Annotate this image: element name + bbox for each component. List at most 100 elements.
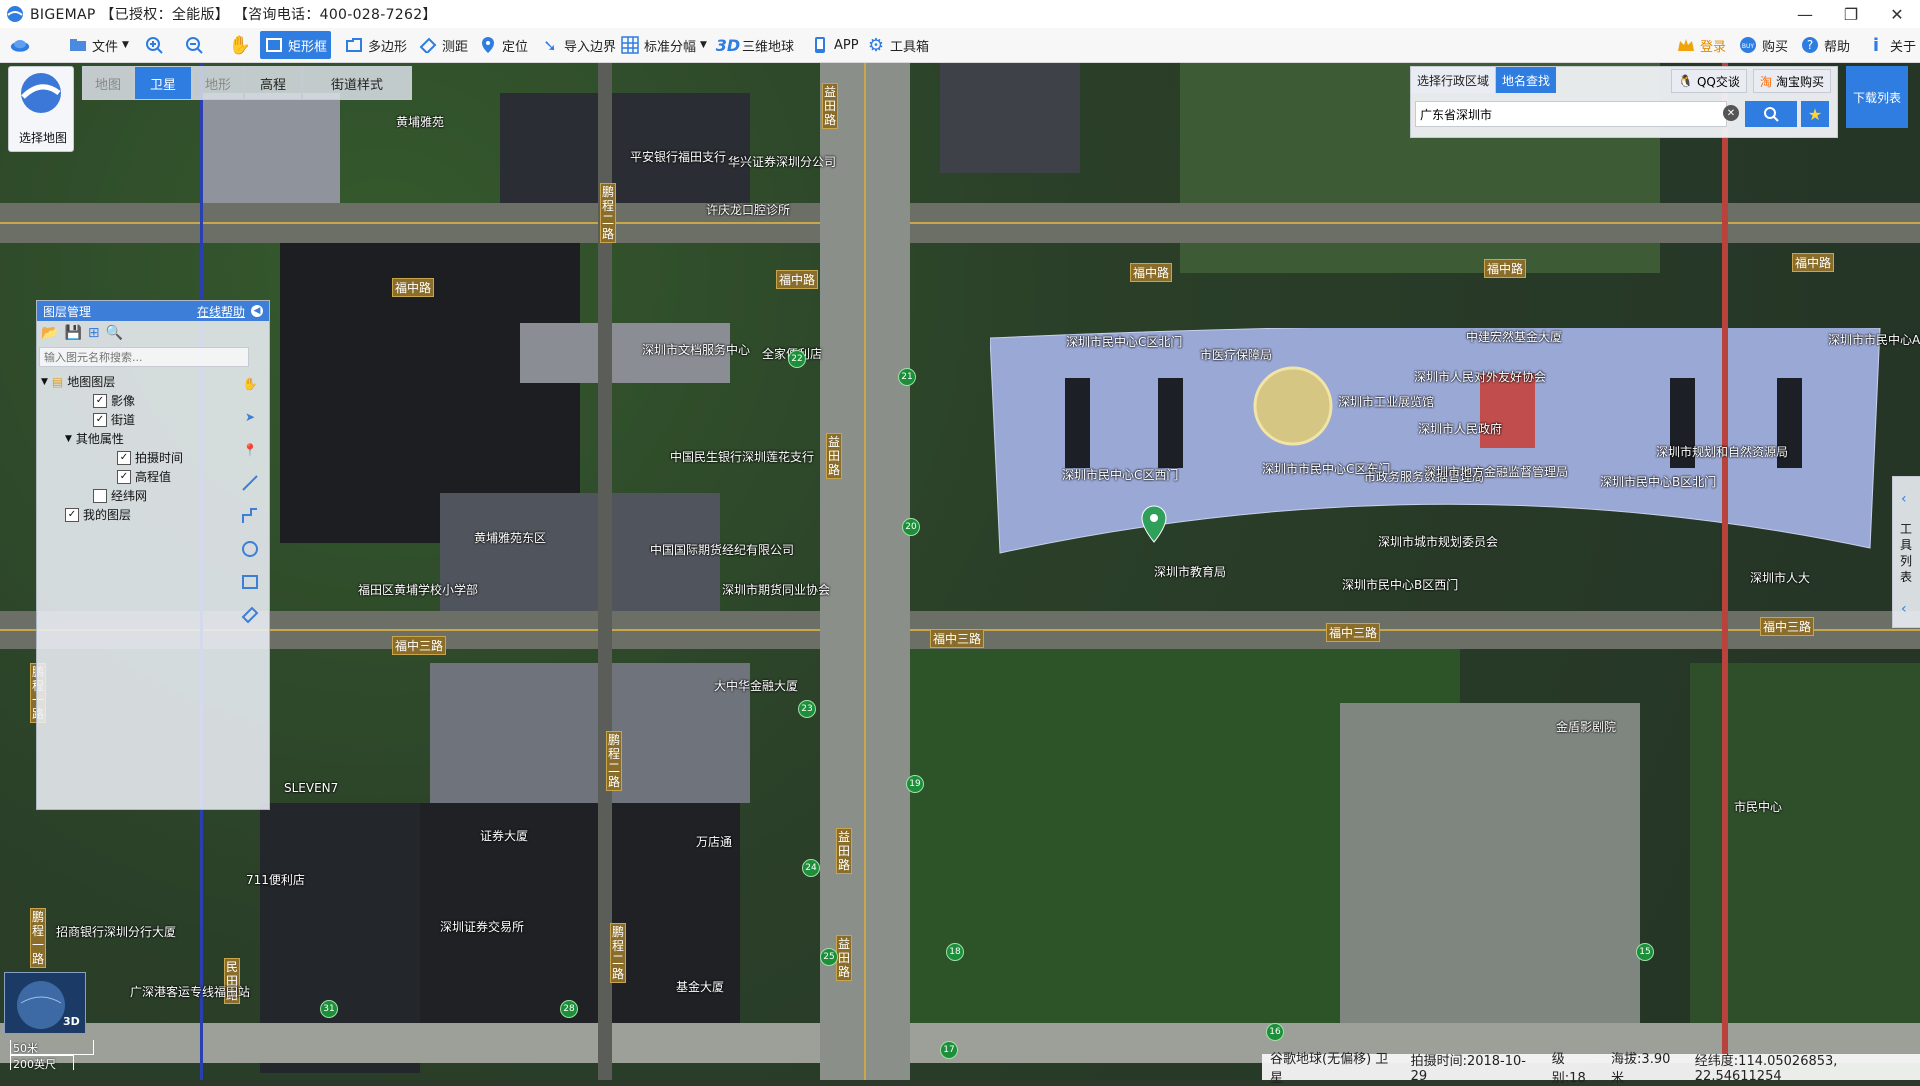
poi-label: 深圳市人民对外友好协会	[1414, 370, 1547, 384]
taobao-buy-button[interactable]: 淘淘宝购买	[1753, 69, 1832, 93]
ruler-tool-icon[interactable]	[238, 603, 262, 627]
tree-item-street[interactable]: ✓ 街道	[93, 411, 135, 428]
taobao-buy-label: 淘宝购买	[1776, 74, 1825, 89]
map-canvas[interactable]: 福中路 福中路 福中路 福中路 福中路 福中三路 福中三路 福中三路 福中三路 …	[0, 63, 1920, 1080]
help-button[interactable]: ? 帮助	[1796, 31, 1854, 59]
tab-elevation[interactable]: 高程	[244, 66, 302, 100]
checkbox-checked[interactable]: ✓	[65, 507, 79, 522]
checkbox-checked[interactable]: ✓	[93, 412, 107, 427]
qq-chat-label: QQ交谈	[1696, 74, 1740, 89]
buy-icon: BUY	[1738, 35, 1758, 55]
chevron-left-icon[interactable]: ‹	[1901, 491, 1907, 507]
import-arrow-icon: ➘	[543, 35, 557, 55]
tab-select-region[interactable]: 选择行政区域	[1411, 67, 1497, 93]
checkbox-unchecked[interactable]	[93, 488, 107, 503]
rectangle-tool-icon[interactable]	[238, 570, 262, 594]
qq-chat-button[interactable]: 🐧 QQ交谈	[1671, 69, 1747, 93]
file-menu[interactable]: 文件 ▼	[64, 31, 133, 59]
tree-item-map-layers[interactable]: ▼ ▤ 地图图层	[41, 373, 115, 390]
poi-label: 中国民生银行深圳莲花支行	[670, 450, 815, 464]
tab-place-search[interactable]: 地名查找	[1496, 67, 1557, 93]
rail-line	[1722, 63, 1728, 1080]
menu-button[interactable]	[6, 31, 34, 59]
polygon-button[interactable]: 多边形	[340, 31, 411, 59]
locate-button[interactable]: 定位	[474, 31, 532, 59]
zoom-level-label: 级别:	[1551, 1052, 1570, 1086]
layers-icon: ▤	[51, 374, 64, 389]
building	[940, 63, 1080, 173]
poi-label: 深圳市城市规划委员会	[1378, 535, 1499, 549]
online-help-link[interactable]: 在线帮助	[197, 303, 245, 320]
poi-label: 深圳市人大	[1750, 571, 1811, 585]
tab-map[interactable]: 地图	[82, 66, 134, 100]
poi-label: 711便利店	[246, 873, 305, 887]
close-button[interactable]: ✕	[1874, 0, 1920, 28]
line-tool-icon[interactable]	[238, 471, 262, 495]
login-button[interactable]: 登录	[1672, 31, 1730, 59]
checkbox-checked[interactable]: ✓	[117, 450, 131, 465]
checkbox-checked[interactable]: ✓	[117, 469, 131, 484]
ruler-icon	[418, 35, 438, 55]
pan-tool-icon[interactable]: ✋	[238, 372, 262, 396]
standard-sheet-button[interactable]: 标准分幅 ▼	[616, 31, 711, 59]
pan-button[interactable]: ✋	[226, 31, 254, 59]
poi-label: 深圳市民中心B区西门	[1342, 578, 1459, 592]
circle-tool-icon[interactable]	[238, 537, 262, 561]
app-label: APP	[834, 37, 859, 53]
route-marker: 23	[798, 700, 816, 718]
polyline-tool-icon[interactable]	[238, 504, 262, 528]
tree-item-other[interactable]: ▼ 其他属性	[65, 430, 124, 447]
poi-label: 深圳市民中心C区西门	[1062, 468, 1179, 482]
import-boundary-button[interactable]: ➘ 导入边界	[536, 31, 620, 59]
checkbox-checked[interactable]: ✓	[93, 393, 107, 408]
measure-button[interactable]: 测距	[414, 31, 472, 59]
toolbox-button[interactable]: ⚙ 工具箱	[862, 31, 933, 59]
marker-tool-icon[interactable]: 📍	[238, 438, 262, 462]
tool-list-tab[interactable]: ‹ 工具列表 ‹	[1892, 476, 1920, 628]
download-list-button[interactable]: 下载列表	[1846, 66, 1908, 128]
layer-search-input[interactable]	[39, 347, 249, 367]
tab-satellite[interactable]: 卫星	[134, 66, 192, 100]
tree-item-imagery[interactable]: ✓ 影像	[93, 392, 135, 409]
zoom-in-button[interactable]	[140, 31, 168, 59]
collapse-arrow-icon[interactable]: ▼	[41, 377, 48, 387]
favorite-star-icon[interactable]: ★	[1801, 101, 1829, 127]
restore-button[interactable]: ❐	[1828, 0, 1874, 28]
tree-item-capture-time[interactable]: ✓ 拍摄时间	[117, 449, 183, 466]
import-boundary-label: 导入边界	[564, 39, 617, 55]
tree-item-elevation[interactable]: ✓ 高程值	[117, 468, 171, 485]
about-button[interactable]: i 关于	[1862, 31, 1920, 59]
mini-globe[interactable]: 3D	[4, 972, 86, 1034]
tab-street-style[interactable]: 街道样式	[302, 66, 412, 100]
about-label: 关于	[1890, 39, 1917, 55]
tree-item-graticule[interactable]: 经纬网	[93, 487, 147, 504]
select-map-button[interactable]: 选择地图	[8, 66, 74, 152]
route-marker: 18	[946, 943, 964, 961]
poi-label: 深圳市工业展览馆	[1338, 395, 1435, 409]
poi-label: 黄埔雅苑东区	[474, 531, 547, 545]
minimize-button[interactable]: —	[1782, 0, 1828, 28]
collapse-arrow-icon[interactable]: ▼	[65, 434, 72, 444]
poi-label: 金盾影剧院	[1556, 720, 1617, 734]
open-folder-icon[interactable]: 📂	[41, 325, 58, 341]
select-arrow-icon[interactable]: ➤	[238, 405, 262, 429]
search-button[interactable]	[1745, 101, 1797, 127]
app-button[interactable]: APP	[806, 31, 863, 59]
zoom-out-button[interactable]	[180, 31, 208, 59]
search-icon[interactable]: 🔍	[106, 325, 123, 341]
rect-select-button[interactable]: 矩形框	[260, 31, 332, 59]
tab-terrain[interactable]: 地形	[192, 66, 244, 100]
window-title: BIGEMAP 【已授权：全能版】 【咨询电话：400-028-7262】	[30, 7, 437, 23]
chevron-left-icon[interactable]: ‹	[1901, 601, 1907, 617]
route-marker: 25	[820, 948, 838, 966]
select-area-icon[interactable]: ⊞	[88, 325, 100, 341]
save-icon[interactable]: 💾	[64, 325, 81, 341]
poi-label: 平安银行福田支行	[630, 150, 727, 164]
globe-3d-button[interactable]: 3D 三维地球	[714, 31, 798, 59]
clear-search-icon[interactable]: ✕	[1723, 105, 1739, 121]
buy-button[interactable]: BUY 购买	[1734, 31, 1792, 59]
collapse-icon[interactable]: ◀	[251, 305, 263, 317]
tree-item-my-layers[interactable]: ✓ 我的图层	[65, 506, 131, 523]
location-pin-icon[interactable]	[1140, 505, 1168, 545]
place-search-input[interactable]	[1415, 101, 1727, 127]
